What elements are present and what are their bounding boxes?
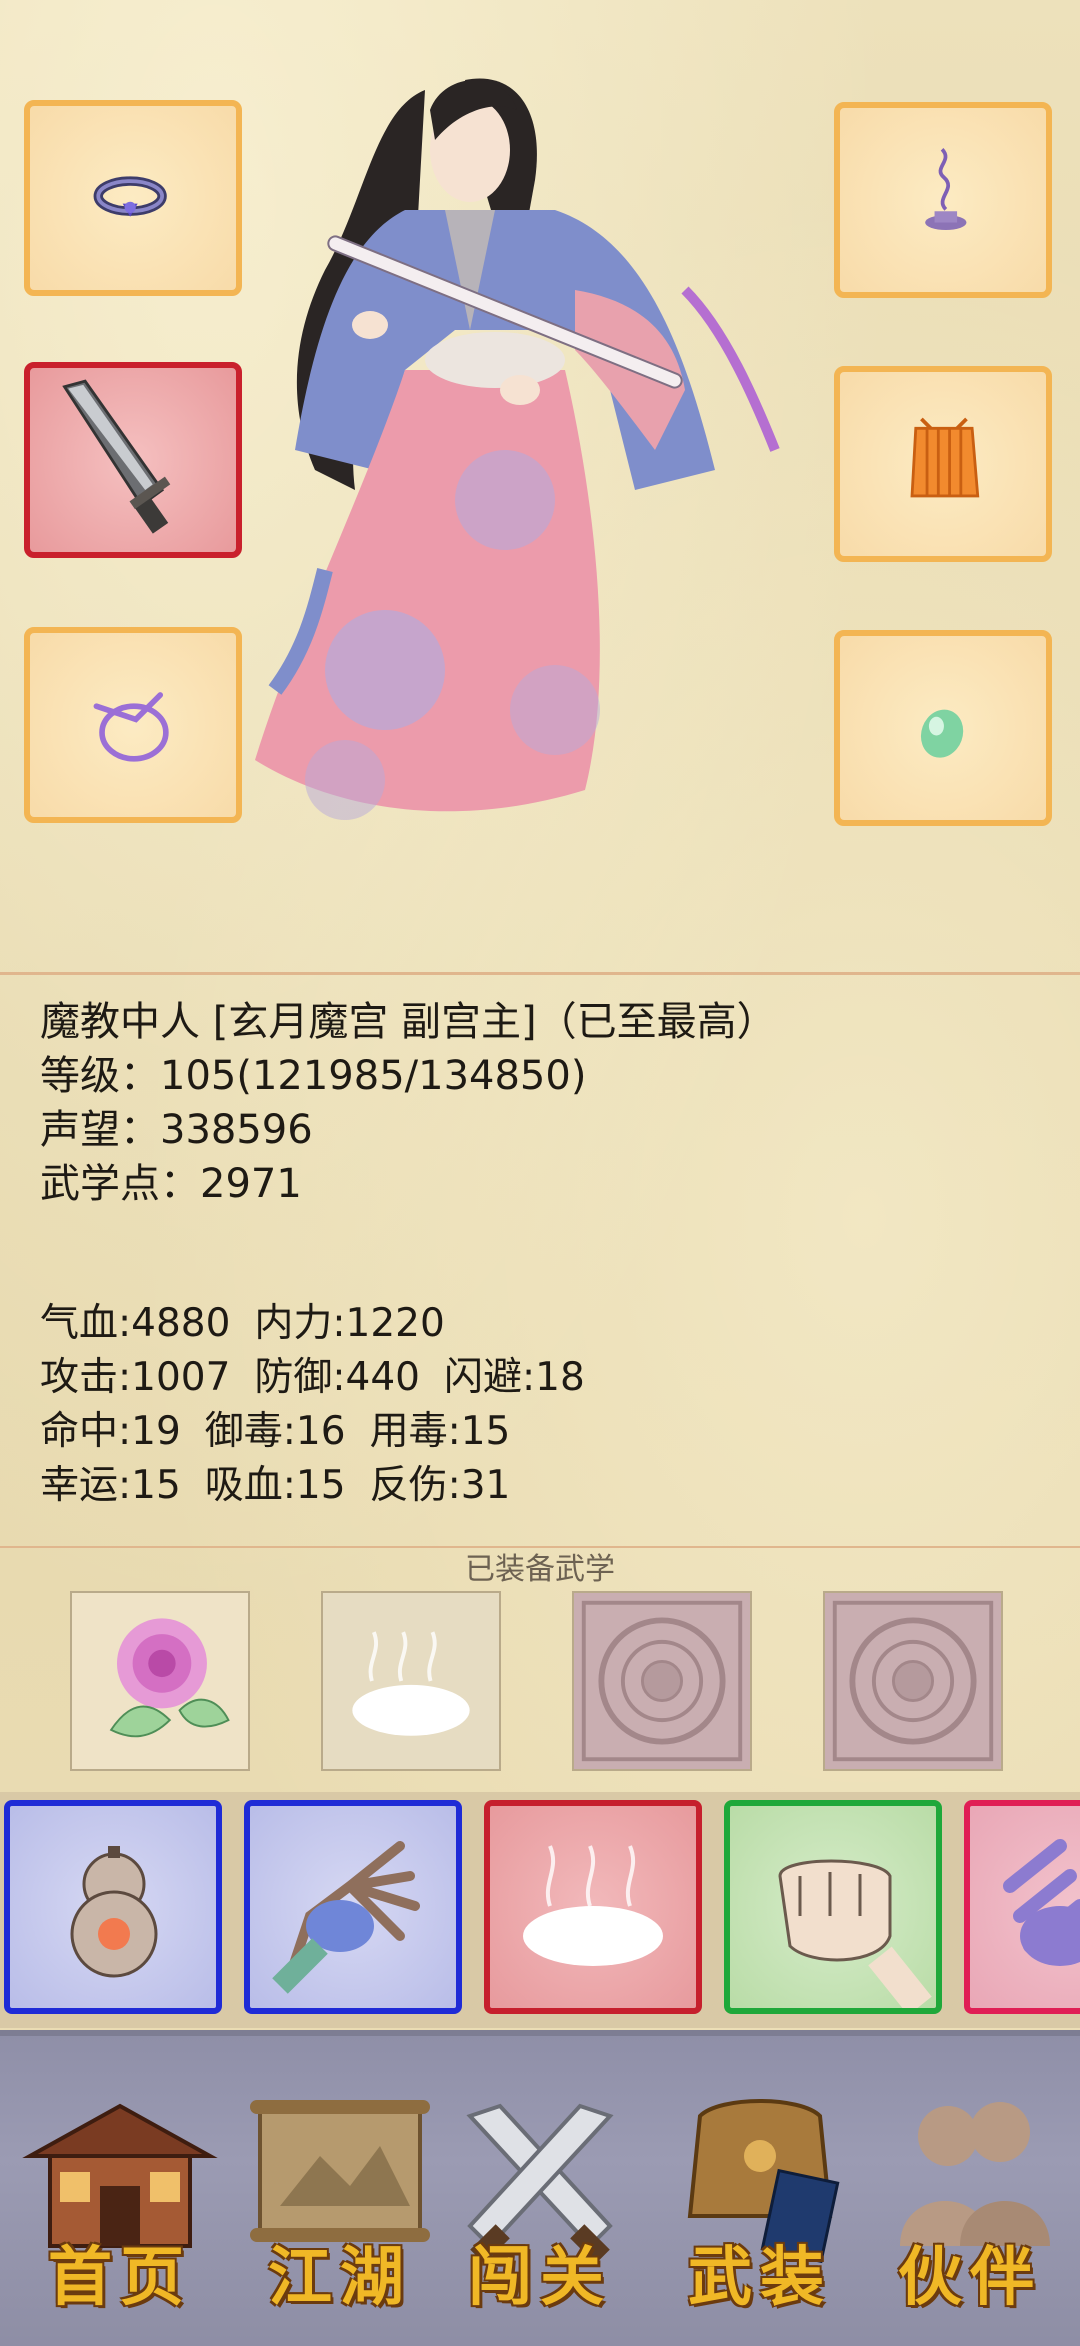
stat-hit: 命中:19 xyxy=(40,1409,181,1454)
nav-jianghu-label: 江湖 xyxy=(268,2240,412,2315)
equip-slot-armor[interactable] xyxy=(834,366,1052,562)
nav-challenge-label: 闯关 xyxy=(468,2240,612,2315)
empty-slot-icon xyxy=(574,1593,750,1769)
stat-luck: 幸运:15 xyxy=(40,1463,181,1508)
nav-home[interactable]: 首页 xyxy=(20,2076,220,2316)
skill-card-2[interactable] xyxy=(244,1800,462,2014)
nav-partner[interactable]: 伙伴 xyxy=(870,2076,1070,2316)
equipped-skill-3[interactable] xyxy=(572,1591,752,1771)
gourd-skill-icon xyxy=(70,1846,158,1978)
stat-use-poison: 用毒:15 xyxy=(369,1409,511,1454)
skill-card-5[interactable] xyxy=(964,1800,1080,2014)
character-portrait xyxy=(255,78,780,820)
stat-internal-power: 内力:1220 xyxy=(254,1301,445,1346)
mist-skill-icon xyxy=(523,1845,663,1966)
fist-skill-icon xyxy=(778,1859,932,2008)
stats-row-4: 幸运:15 吸血:15 反伤:31 xyxy=(40,1459,510,1513)
nav-home-label: 首页 xyxy=(48,2240,192,2315)
stat-reflect: 反伤:31 xyxy=(369,1463,511,1508)
martial-points-label: 武学点： xyxy=(40,1161,200,1207)
martial-points-row: 武学点：2971 xyxy=(40,1157,302,1211)
equip-slot-incense[interactable] xyxy=(834,102,1052,298)
equipped-skill-1[interactable] xyxy=(70,1591,250,1771)
stats-row-2: 攻击:1007 防御:440 闪避:18 xyxy=(40,1351,585,1405)
stats-row-3: 命中:19 御毒:16 用毒:15 xyxy=(40,1405,510,1459)
equipped-skill-4[interactable] xyxy=(823,1591,1003,1771)
hand-skill-icon xyxy=(1003,1839,1080,1966)
stat-dodge: 闪避:18 xyxy=(444,1355,585,1400)
rose-skill-icon xyxy=(109,1618,230,1738)
bracelet-icon xyxy=(93,692,169,762)
sword-icon xyxy=(62,379,171,534)
equip-slot-bracelet[interactable] xyxy=(24,627,242,823)
nav-jianghu[interactable]: 江湖 xyxy=(240,2076,440,2316)
skill-card-3[interactable] xyxy=(484,1800,702,2014)
nav-challenge[interactable]: 闯关 xyxy=(440,2076,640,2316)
bottom-nav: 首页 江湖 闯关 武装 伙伴 xyxy=(0,2030,1080,2346)
stat-poison-resist: 御毒:16 xyxy=(204,1409,346,1454)
skill-card-4[interactable] xyxy=(724,1800,942,2014)
reputation-value: 338596 xyxy=(160,1107,313,1153)
nav-partner-label: 伙伴 xyxy=(898,2240,1042,2315)
equipped-skills-label: 已装备武学 xyxy=(465,1552,615,1587)
level-row: 等级：105(121985/134850) xyxy=(40,1049,586,1103)
ring-icon xyxy=(93,176,167,217)
empty-slot-icon xyxy=(825,1593,1001,1769)
martial-points-value: 2971 xyxy=(200,1161,302,1207)
stat-hp: 气血:4880 xyxy=(40,1301,231,1346)
reputation-row: 声望：338596 xyxy=(40,1103,313,1157)
reputation-label: 声望： xyxy=(40,1107,160,1153)
stat-defense: 防御:440 xyxy=(254,1355,420,1400)
jade-icon xyxy=(920,709,964,758)
skill-list[interactable] xyxy=(0,1792,1080,2028)
nav-gear[interactable]: 武装 xyxy=(660,2076,860,2316)
level-value: 105(121985/134850) xyxy=(160,1053,587,1099)
equip-slot-jade[interactable] xyxy=(834,630,1052,826)
divider-top xyxy=(0,972,1080,975)
palm-skill-icon xyxy=(272,1841,420,1994)
nav-gear-label: 武装 xyxy=(688,2240,832,2315)
equipped-skill-2[interactable] xyxy=(321,1591,501,1771)
equip-slot-ring[interactable] xyxy=(24,100,242,296)
stats-row-1: 气血:4880 内力:1220 xyxy=(40,1297,445,1351)
equip-slot-weapon[interactable] xyxy=(24,362,242,558)
stat-attack: 攻击:1007 xyxy=(40,1355,231,1400)
stat-lifesteal: 吸血:15 xyxy=(204,1463,346,1508)
skill-card-1[interactable] xyxy=(4,1800,222,2014)
armor-icon xyxy=(910,417,980,498)
level-label: 等级： xyxy=(40,1053,160,1099)
incense-icon xyxy=(925,147,967,231)
character-title: 魔教中人 [玄月魔宫 副宫主]（已至最高） xyxy=(40,999,777,1045)
mist-skill-icon xyxy=(323,1593,499,1769)
